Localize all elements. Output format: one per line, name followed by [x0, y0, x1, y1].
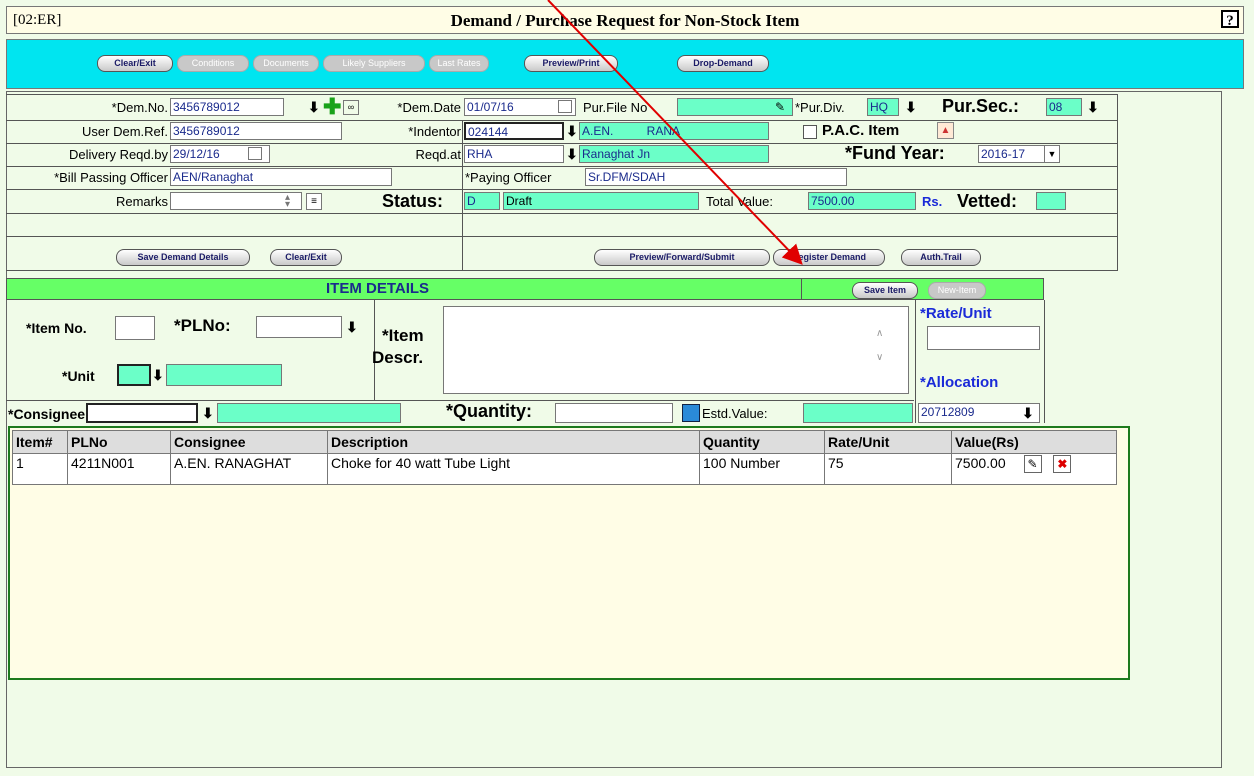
annotation-arrow — [547, 0, 803, 265]
arrow-line — [547, 0, 803, 265]
